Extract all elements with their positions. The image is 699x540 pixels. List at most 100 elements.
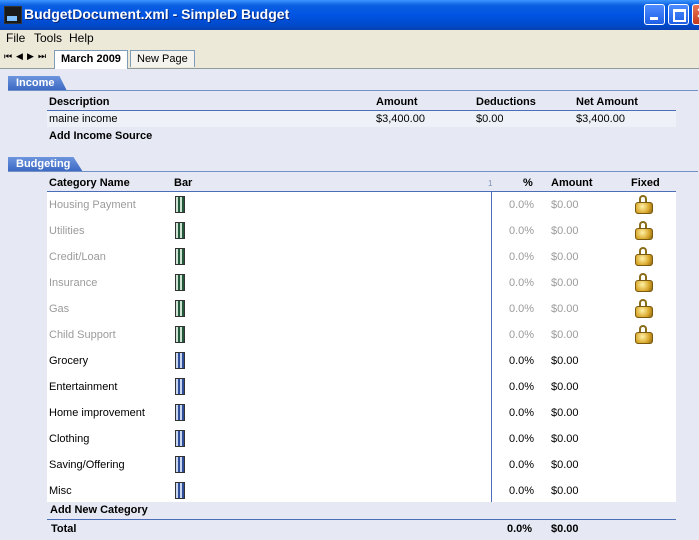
- budget-bar-icon[interactable]: [175, 248, 185, 265]
- category-percent: 0.0%: [509, 355, 535, 367]
- budget-bar-icon[interactable]: [175, 482, 185, 499]
- category-amount[interactable]: $0.00: [551, 225, 579, 237]
- add-category-row: Add New Category: [47, 502, 676, 518]
- menu-tools[interactable]: Tools: [34, 31, 62, 45]
- budget-col-percent: %: [523, 177, 533, 189]
- income-section-title: Income: [8, 76, 67, 90]
- budget-bar-icon[interactable]: [175, 196, 185, 213]
- lock-icon[interactable]: [634, 195, 654, 214]
- menu-help[interactable]: Help: [69, 31, 94, 45]
- category-amount[interactable]: $0.00: [551, 485, 579, 497]
- category-percent: 0.0%: [509, 251, 535, 263]
- menu-file[interactable]: File: [6, 31, 25, 45]
- category-amount[interactable]: $0.00: [551, 251, 579, 263]
- category-name[interactable]: Insurance: [49, 277, 97, 289]
- lock-icon[interactable]: [634, 247, 654, 266]
- category-percent: 0.0%: [509, 485, 535, 497]
- document-area: Income Description Amount Deductions Net…: [0, 69, 699, 540]
- category-amount[interactable]: $0.00: [551, 355, 579, 367]
- budget-row[interactable]: Insurance 0.0% $0.00: [47, 270, 676, 297]
- category-amount[interactable]: $0.00: [551, 433, 579, 445]
- category-name[interactable]: Home improvement: [49, 407, 145, 419]
- category-name[interactable]: Credit/Loan: [49, 251, 106, 263]
- budget-col-amount: Amount: [551, 177, 593, 189]
- income-col-net-amount: Net Amount: [576, 96, 638, 108]
- add-income-source-link[interactable]: Add Income Source: [49, 130, 152, 142]
- budget-row[interactable]: Credit/Loan 0.0% $0.00: [47, 244, 676, 271]
- budget-bar-icon[interactable]: [175, 404, 185, 421]
- category-percent: 0.0%: [509, 277, 535, 289]
- category-amount[interactable]: $0.00: [551, 277, 579, 289]
- income-col-amount: Amount: [376, 96, 418, 108]
- title-bar: BudgetDocument.xml - SimpleD Budget: [0, 0, 699, 30]
- budget-bar-icon[interactable]: [175, 274, 185, 291]
- close-button[interactable]: [692, 4, 699, 25]
- lock-icon[interactable]: [634, 221, 654, 240]
- category-amount[interactable]: $0.00: [551, 303, 579, 315]
- category-name[interactable]: Grocery: [49, 355, 88, 367]
- minimize-button[interactable]: [644, 4, 665, 25]
- category-percent: 0.0%: [509, 433, 535, 445]
- category-percent: 0.0%: [509, 459, 535, 471]
- budget-row[interactable]: Child Support 0.0% $0.00: [47, 322, 676, 349]
- last-page-icon[interactable]: ⏭: [38, 51, 46, 62]
- budget-row[interactable]: Grocery 0.0% $0.00: [47, 348, 676, 375]
- income-description[interactable]: maine income: [49, 113, 117, 125]
- budget-bar-icon[interactable]: [175, 352, 185, 369]
- total-amount: $0.00: [551, 523, 579, 535]
- category-name[interactable]: Utilities: [49, 225, 84, 237]
- income-row[interactable]: maine income $3,400.00 $0.00 $3,400.00: [47, 111, 676, 127]
- total-percent: 0.0%: [507, 523, 533, 535]
- budget-row[interactable]: Entertainment 0.0% $0.00: [47, 374, 676, 401]
- first-page-icon[interactable]: ⏮: [4, 51, 12, 62]
- lock-icon[interactable]: [634, 299, 654, 318]
- budget-row[interactable]: Housing Payment 0.0% $0.00: [47, 192, 676, 219]
- budget-bar-icon[interactable]: [175, 456, 185, 473]
- category-name[interactable]: Saving/Offering: [49, 459, 125, 471]
- category-name[interactable]: Clothing: [49, 433, 89, 445]
- category-percent: 0.0%: [509, 381, 535, 393]
- tab-new-page[interactable]: New Page: [130, 50, 195, 67]
- page-tabs-bar: ⏮ ◀ ▶ ⏭ March 2009 New Page: [0, 48, 699, 69]
- budget-row[interactable]: Misc 0.0% $0.00: [47, 478, 676, 505]
- category-amount[interactable]: $0.00: [551, 459, 579, 471]
- bar-column-divider: [491, 192, 492, 502]
- budget-bar-icon[interactable]: [175, 300, 185, 317]
- lock-icon[interactable]: [634, 273, 654, 292]
- category-amount[interactable]: $0.00: [551, 407, 579, 419]
- category-name[interactable]: Gas: [49, 303, 69, 315]
- lock-icon[interactable]: [634, 325, 654, 344]
- budget-col-bar: Bar: [174, 177, 193, 189]
- tab-march-2009[interactable]: March 2009: [54, 50, 128, 69]
- category-name[interactable]: Housing Payment: [49, 199, 136, 211]
- budget-bar-icon[interactable]: [175, 378, 185, 395]
- budget-row[interactable]: Home improvement 0.0% $0.00: [47, 400, 676, 427]
- next-page-icon[interactable]: ▶: [27, 51, 34, 62]
- income-amount[interactable]: $3,400.00: [376, 113, 425, 125]
- budget-bar-icon[interactable]: [175, 326, 185, 343]
- budget-row[interactable]: Utilities 0.0% $0.00: [47, 218, 676, 245]
- add-new-category-link[interactable]: Add New Category: [50, 504, 148, 516]
- budgeting-section-title: Budgeting: [8, 157, 83, 171]
- category-name[interactable]: Misc: [49, 485, 72, 497]
- budget-bar-icon[interactable]: [175, 430, 185, 447]
- maximize-button[interactable]: [668, 4, 689, 25]
- category-amount[interactable]: $0.00: [551, 381, 579, 393]
- category-name[interactable]: Child Support: [49, 329, 116, 341]
- category-percent: 0.0%: [509, 407, 535, 419]
- income-col-description: Description: [49, 96, 110, 108]
- budget-col-category: Category Name: [49, 177, 130, 189]
- budget-row[interactable]: Gas 0.0% $0.00: [47, 296, 676, 323]
- income-deductions[interactable]: $0.00: [476, 113, 504, 125]
- budget-row[interactable]: Clothing 0.0% $0.00: [47, 426, 676, 453]
- category-percent: 0.0%: [509, 199, 535, 211]
- category-percent: 0.0%: [509, 225, 535, 237]
- category-name[interactable]: Entertainment: [49, 381, 117, 393]
- budget-bar-icon[interactable]: [175, 222, 185, 239]
- prev-page-icon[interactable]: ◀: [16, 51, 23, 62]
- budget-col-fixed: Fixed: [631, 177, 660, 189]
- category-amount[interactable]: $0.00: [551, 199, 579, 211]
- category-percent: 0.0%: [509, 329, 535, 341]
- budget-row[interactable]: Saving/Offering 0.0% $0.00: [47, 452, 676, 479]
- category-amount[interactable]: $0.00: [551, 329, 579, 341]
